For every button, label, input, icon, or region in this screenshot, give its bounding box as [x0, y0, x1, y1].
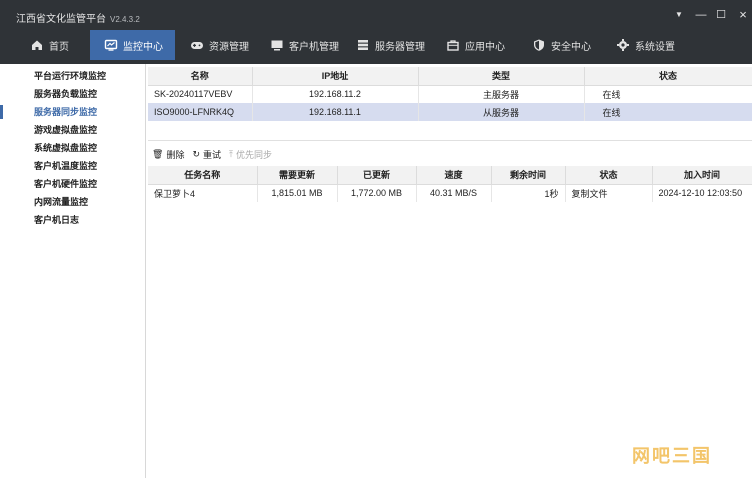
task-col-speed[interactable]: 速度 — [416, 166, 492, 185]
nav-settings[interactable]: 系统设置 — [616, 30, 675, 60]
top-bar: 江西省文化监管平台 V2.4.3.2 ▼ — ☐ × 首页 监控中心 资源管理 客… — [0, 0, 752, 64]
monitor-icon — [104, 38, 118, 52]
title-bar: 江西省文化监管平台 V2.4.3.2 ▼ — ☐ × — [0, 0, 752, 30]
server-table: 名称 IP地址 类型 状态 SK-20240117VEBV 192.168.11… — [148, 67, 752, 121]
sidebar-item-client-hardware[interactable]: 客户机硬件监控 — [0, 175, 146, 193]
task-col-name[interactable]: 任务名称 — [148, 166, 258, 185]
task-col-remain[interactable]: 剩余时间 — [491, 166, 566, 185]
nav-home[interactable]: 首页 — [30, 30, 69, 60]
task-row[interactable]: 保卫萝卜4 1,815.01 MB 1,772.00 MB 40.31 MB/S… — [148, 184, 752, 202]
task-col-time[interactable]: 加入时间 — [652, 166, 752, 185]
server-ip: 192.168.11.2 — [252, 85, 419, 103]
task-table: 任务名称 需要更新 已更新 速度 剩余时间 状态 加入时间 保卫萝卜4 1,81… — [148, 166, 752, 202]
nav-server[interactable]: 服务器管理 — [356, 30, 425, 60]
server-status: 在线 — [584, 85, 752, 103]
nav-monitor-center[interactable]: 监控中心 — [90, 30, 175, 60]
trash-icon: 🗑 — [152, 148, 164, 159]
server-row[interactable]: SK-20240117VEBV 192.168.11.2 主服务器 在线 — [148, 85, 752, 103]
task-time: 2024-12-10 12:03:50 — [652, 184, 752, 202]
server-status: 在线 — [584, 103, 752, 121]
nav-security[interactable]: 安全中心 — [532, 30, 591, 60]
panel-divider — [148, 140, 752, 141]
maximize-icon[interactable]: ☐ — [713, 7, 729, 23]
watermark-logo: 网吧三国 — [632, 446, 712, 466]
task-speed: 40.31 MB/S — [416, 184, 492, 202]
gamepad-icon — [190, 38, 204, 52]
retry-button[interactable]: ↻ 重试 — [192, 148, 221, 161]
priority-sync-label: 优先同步 — [236, 149, 273, 160]
refresh-icon: ↻ — [192, 148, 200, 159]
nav-monitor-center-label: 监控中心 — [123, 41, 163, 53]
sidebar-item-server-load[interactable]: 服务器负载监控 — [0, 85, 146, 103]
nav-home-label: 首页 — [49, 41, 69, 53]
sidebar-item-game-vdisk[interactable]: 游戏虚拟盘监控 — [0, 121, 146, 139]
task-done: 1,772.00 MB — [337, 184, 417, 202]
main-panel: 名称 IP地址 类型 状态 SK-20240117VEBV 192.168.11… — [148, 64, 752, 478]
computer-icon — [270, 38, 284, 52]
upload-icon: ⤒ — [229, 148, 233, 159]
nav-security-label: 安全中心 — [551, 41, 591, 53]
gear-icon — [616, 38, 630, 52]
task-name: 保卫萝卜4 — [148, 184, 258, 202]
server-type: 从服务器 — [418, 103, 585, 121]
server-type: 主服务器 — [418, 85, 585, 103]
nav-app-center-label: 应用中心 — [465, 41, 505, 53]
nav-settings-label: 系统设置 — [635, 41, 675, 53]
task-col-done[interactable]: 已更新 — [337, 166, 417, 185]
nav-resource[interactable]: 资源管理 — [190, 30, 249, 60]
app-title: 江西省文化监管平台 V2.4.3.2 — [16, 10, 140, 25]
home-icon — [30, 38, 44, 52]
task-col-state[interactable]: 状态 — [565, 166, 653, 185]
menu-dropdown-icon[interactable]: ▼ — [671, 7, 687, 23]
main-nav: 首页 监控中心 资源管理 客户机管理 服务器管理 应用中心 安全中心 系统设置 — [0, 30, 752, 60]
server-col-type[interactable]: 类型 — [418, 67, 585, 86]
delete-label: 删除 — [166, 149, 185, 160]
nav-app-center[interactable]: 应用中心 — [446, 30, 505, 60]
sidebar: 平台运行环境监控 服务器负载监控 服务器同步监控 游戏虚拟盘监控 系统虚拟盘监控… — [0, 64, 146, 478]
bag-icon — [446, 38, 460, 52]
nav-client[interactable]: 客户机管理 — [270, 30, 339, 60]
server-row-selected[interactable]: ISO9000-LFNRK4Q 192.168.11.1 从服务器 在线 — [148, 103, 752, 121]
task-col-need[interactable]: 需要更新 — [257, 166, 338, 185]
task-need: 1,815.01 MB — [257, 184, 338, 202]
nav-resource-label: 资源管理 — [209, 41, 249, 53]
server-col-ip[interactable]: IP地址 — [252, 67, 419, 86]
sidebar-item-system-vdisk[interactable]: 系统虚拟盘监控 — [0, 139, 146, 157]
nav-server-label: 服务器管理 — [375, 41, 425, 53]
sidebar-item-client-log[interactable]: 客户机日志 — [0, 211, 146, 229]
app-title-text: 江西省文化监管平台 — [16, 14, 106, 25]
server-icon — [356, 38, 370, 52]
minimize-icon[interactable]: — — [693, 7, 709, 23]
sidebar-item-lan-traffic[interactable]: 内网流量监控 — [0, 193, 146, 211]
app-version: V2.4.3.2 — [110, 15, 140, 24]
nav-client-label: 客户机管理 — [289, 41, 339, 53]
server-col-name[interactable]: 名称 — [148, 67, 253, 86]
retry-label: 重试 — [203, 149, 222, 160]
delete-button[interactable]: 🗑 删除 — [152, 148, 184, 161]
sidebar-item-server-sync[interactable]: 服务器同步监控 — [0, 103, 146, 121]
shield-icon — [532, 38, 546, 52]
close-icon[interactable]: × — [735, 7, 751, 23]
task-state: 复制文件 — [565, 184, 653, 202]
server-name: ISO9000-LFNRK4Q — [148, 103, 253, 121]
sidebar-item-platform-env[interactable]: 平台运行环境监控 — [0, 67, 146, 85]
server-col-status[interactable]: 状态 — [584, 67, 752, 86]
priority-sync-button[interactable]: ⤒ 优先同步 — [229, 148, 272, 161]
task-remain: 1秒 — [491, 184, 566, 202]
server-ip: 192.168.11.1 — [252, 103, 419, 121]
server-name: SK-20240117VEBV — [148, 85, 253, 103]
task-toolbar: 🗑 删除 ↻ 重试 ⤒ 优先同步 — [152, 146, 280, 162]
sidebar-item-client-temp[interactable]: 客户机温度监控 — [0, 157, 146, 175]
